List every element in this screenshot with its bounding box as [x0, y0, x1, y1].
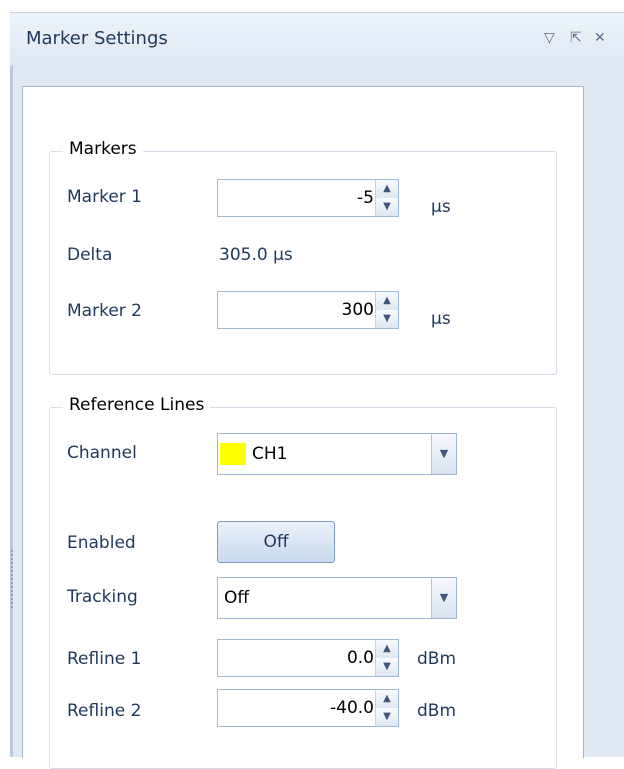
spin-up-icon[interactable]: ▲	[376, 640, 398, 659]
refline1-spinbox[interactable]: 0.0 ▲ ▼	[217, 639, 399, 677]
spin-down-icon[interactable]: ▼	[376, 310, 398, 328]
refline1-value[interactable]: 0.0	[347, 648, 374, 668]
chevron-down-icon[interactable]: ▼	[431, 578, 456, 618]
markers-group-title: Markers	[63, 139, 143, 159]
delta-value: 305.0 µs	[219, 245, 293, 265]
chevron-down-icon[interactable]: ▼	[431, 434, 456, 474]
channel-select[interactable]: CH1 ▼	[217, 433, 457, 475]
marker2-spin-buttons: ▲ ▼	[375, 292, 398, 328]
refline1-label: Refline 1	[67, 649, 142, 669]
resize-grip[interactable]	[11, 550, 13, 610]
pin-icon[interactable]: ⇱	[570, 30, 582, 46]
marker1-label: Marker 1	[67, 187, 142, 207]
channel-color-swatch	[220, 443, 246, 465]
refline2-label: Refline 2	[67, 701, 142, 721]
channel-value[interactable]: CH1	[252, 444, 287, 464]
marker1-spin-buttons: ▲ ▼	[375, 180, 398, 216]
panel-left-border	[10, 66, 13, 757]
marker2-unit: µs	[431, 309, 451, 329]
marker2-label: Marker 2	[67, 301, 142, 321]
panel-header: Marker Settings ▽ ⇱ ✕	[10, 12, 624, 67]
marker1-unit: µs	[431, 197, 451, 217]
refline1-spin-buttons: ▲ ▼	[375, 640, 398, 676]
close-icon[interactable]: ✕	[594, 30, 606, 46]
reference-lines-group-title: Reference Lines	[63, 395, 211, 415]
refline1-unit: dBm	[417, 649, 457, 669]
refline2-spinbox[interactable]: -40.0 ▲ ▼	[217, 689, 399, 727]
settings-panel: Markers Marker 1 -5 ▲ ▼ µs Delta 305.0 µ…	[22, 86, 584, 769]
tracking-label: Tracking	[67, 587, 138, 607]
dropdown-icon[interactable]: ▽	[544, 30, 555, 46]
refline2-value[interactable]: -40.0	[330, 698, 374, 718]
refline2-unit: dBm	[417, 701, 457, 721]
spin-up-icon[interactable]: ▲	[376, 690, 398, 709]
marker1-value[interactable]: -5	[357, 188, 374, 208]
refline2-spin-buttons: ▲ ▼	[375, 690, 398, 726]
spin-up-icon[interactable]: ▲	[376, 180, 398, 199]
spin-down-icon[interactable]: ▼	[376, 658, 398, 676]
enabled-toggle-button[interactable]: Off	[217, 521, 335, 563]
marker2-value[interactable]: 300	[342, 300, 374, 320]
panel-title: Marker Settings	[26, 28, 168, 49]
spin-down-icon[interactable]: ▼	[376, 708, 398, 726]
marker1-spinbox[interactable]: -5 ▲ ▼	[217, 179, 399, 217]
enabled-label: Enabled	[67, 533, 136, 553]
spin-up-icon[interactable]: ▲	[376, 292, 398, 311]
tracking-value[interactable]: Off	[224, 588, 249, 608]
top-strip	[0, 0, 624, 10]
tracking-select[interactable]: Off ▼	[217, 577, 457, 619]
marker2-spinbox[interactable]: 300 ▲ ▼	[217, 291, 399, 329]
spin-down-icon[interactable]: ▼	[376, 198, 398, 216]
channel-label: Channel	[67, 443, 137, 463]
delta-label: Delta	[67, 245, 113, 265]
